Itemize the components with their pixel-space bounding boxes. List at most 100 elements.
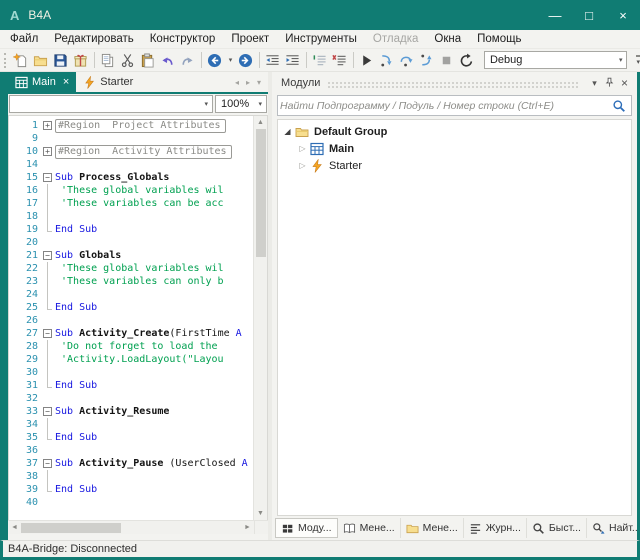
code-line[interactable]: 29 'Activity.LoadLayout("Layou xyxy=(9,353,253,366)
line-number[interactable]: 20 xyxy=(9,236,43,249)
line-number[interactable]: 14 xyxy=(9,158,43,171)
code-line[interactable]: 19End Sub xyxy=(9,223,253,236)
step-out-button[interactable] xyxy=(417,50,437,70)
menu-item[interactable]: Инструменты xyxy=(277,30,365,48)
code-line[interactable]: 23 'These variables can only b xyxy=(9,275,253,288)
scroll-right-icon[interactable]: ► xyxy=(241,521,254,535)
line-number[interactable]: 1 xyxy=(9,119,43,132)
indent-increase-button[interactable] xyxy=(283,50,303,70)
tree-item-main[interactable]: ▷Main xyxy=(278,140,631,157)
fold-minus-icon[interactable]: − xyxy=(43,171,55,184)
panel-close-icon[interactable]: × xyxy=(617,76,632,90)
code-editor[interactable]: 1+#Region Project Attributes910+#Region … xyxy=(9,116,253,520)
search-icon[interactable] xyxy=(612,99,626,113)
code-line[interactable]: 37−Sub Activity_Pause (UserClosed A xyxy=(9,457,253,470)
toolbar-overflow-icon[interactable]: ▾ xyxy=(636,55,640,66)
line-number[interactable]: 33 xyxy=(9,405,43,418)
cut-button[interactable] xyxy=(118,50,138,70)
panel-tab-logs[interactable]: Журн... xyxy=(464,518,527,538)
save-button[interactable] xyxy=(51,50,71,70)
code-line[interactable]: 32 xyxy=(9,392,253,405)
line-number[interactable]: 32 xyxy=(9,392,43,405)
minimize-button[interactable]: — xyxy=(538,0,572,30)
tab-scroll-left-icon[interactable]: ◂ xyxy=(235,78,239,87)
twisty-expanded-icon[interactable]: ◢ xyxy=(281,127,294,136)
panel-tab-find-references[interactable]: Найт... xyxy=(587,518,640,538)
line-number[interactable]: 28 xyxy=(9,340,43,353)
line-number[interactable]: 23 xyxy=(9,275,43,288)
code-line[interactable]: 9 xyxy=(9,132,253,145)
line-number[interactable]: 35 xyxy=(9,431,43,444)
pin-icon[interactable] xyxy=(602,77,617,90)
code-line[interactable]: 14 xyxy=(9,158,253,171)
line-number[interactable]: 21 xyxy=(9,249,43,262)
code-line[interactable]: 24 xyxy=(9,288,253,301)
code-line[interactable]: 35End Sub xyxy=(9,431,253,444)
code-line[interactable]: 38 xyxy=(9,470,253,483)
menu-item[interactable]: Отладка xyxy=(365,30,426,48)
vertical-scrollbar[interactable]: ▲ ▼ xyxy=(253,116,267,520)
uncomment-button[interactable] xyxy=(330,50,350,70)
menu-item[interactable]: Редактировать xyxy=(46,30,141,48)
toolbar-grip[interactable] xyxy=(4,53,7,68)
menu-item[interactable]: Проект xyxy=(223,30,277,48)
package-button[interactable] xyxy=(71,50,91,70)
line-number[interactable]: 40 xyxy=(9,496,43,509)
back-history-dropdown[interactable]: ▾ xyxy=(225,50,236,70)
tab-starter[interactable]: Starter xyxy=(76,72,140,92)
indent-decrease-button[interactable] xyxy=(263,50,283,70)
line-number[interactable]: 26 xyxy=(9,314,43,327)
window-position-icon[interactable]: ▾ xyxy=(587,78,602,89)
navigate-forward-button[interactable] xyxy=(236,50,256,70)
code-line[interactable]: 20 xyxy=(9,236,253,249)
code-line[interactable]: 34 xyxy=(9,418,253,431)
line-number[interactable]: 24 xyxy=(9,288,43,301)
undo-button[interactable] xyxy=(158,50,178,70)
fold-minus-icon[interactable]: − xyxy=(43,249,55,262)
build-configuration-combo[interactable]: Debug ▾ xyxy=(484,51,628,69)
code-line[interactable]: 27−Sub Activity_Create(FirstTime A xyxy=(9,327,253,340)
comment-button[interactable] xyxy=(310,50,330,70)
panel-tab-modules[interactable]: Моду... xyxy=(275,518,338,538)
twisty-collapsed-icon[interactable]: ▷ xyxy=(296,144,309,153)
scroll-up-icon[interactable]: ▲ xyxy=(254,116,268,129)
line-number[interactable]: 22 xyxy=(9,262,43,275)
copy-button[interactable] xyxy=(98,50,118,70)
code-line[interactable]: 39End Sub xyxy=(9,483,253,496)
code-line[interactable]: 31End Sub xyxy=(9,379,253,392)
line-number[interactable]: 18 xyxy=(9,210,43,223)
fold-minus-icon[interactable]: − xyxy=(43,327,55,340)
redo-button[interactable] xyxy=(178,50,198,70)
code-line[interactable]: 28 'Do not forget to load the xyxy=(9,340,253,353)
code-line[interactable]: 40 xyxy=(9,496,253,509)
fold-minus-icon[interactable]: − xyxy=(43,457,55,470)
editor-zoom-combo[interactable]: 100% ▾ xyxy=(215,95,267,113)
step-into-button[interactable] xyxy=(377,50,397,70)
code-line[interactable]: 22 'These global variables wil xyxy=(9,262,253,275)
menu-item[interactable]: Конструктор xyxy=(142,30,224,48)
code-line[interactable]: 15−Sub Process_Globals xyxy=(9,171,253,184)
line-number[interactable]: 15 xyxy=(9,171,43,184)
navigate-back-button[interactable] xyxy=(205,50,225,70)
vertical-scroll-thumb[interactable] xyxy=(256,129,266,257)
search-input[interactable] xyxy=(280,100,612,112)
horizontal-scrollbar[interactable]: ◄ ► xyxy=(8,521,254,534)
twisty-collapsed-icon[interactable]: ▷ xyxy=(296,161,309,170)
maximize-button[interactable]: □ xyxy=(572,0,606,30)
code-line[interactable]: 10+#Region Activity Attributes xyxy=(9,145,253,158)
line-number[interactable]: 36 xyxy=(9,444,43,457)
code-line[interactable]: 16 'These global variables wil xyxy=(9,184,253,197)
code-line[interactable]: 21−Sub Globals xyxy=(9,249,253,262)
step-over-button[interactable] xyxy=(397,50,417,70)
line-number[interactable]: 39 xyxy=(9,483,43,496)
tab-scroll-right-icon[interactable]: ▸ xyxy=(246,78,250,87)
code-line[interactable]: 36 xyxy=(9,444,253,457)
menu-item[interactable]: Помощь xyxy=(469,30,529,48)
code-line[interactable]: 25End Sub xyxy=(9,301,253,314)
line-number[interactable]: 25 xyxy=(9,301,43,314)
module-search-box[interactable] xyxy=(277,95,632,116)
line-number[interactable]: 29 xyxy=(9,353,43,366)
line-number[interactable]: 37 xyxy=(9,457,43,470)
open-project-button[interactable] xyxy=(31,50,51,70)
line-number[interactable]: 9 xyxy=(9,132,43,145)
